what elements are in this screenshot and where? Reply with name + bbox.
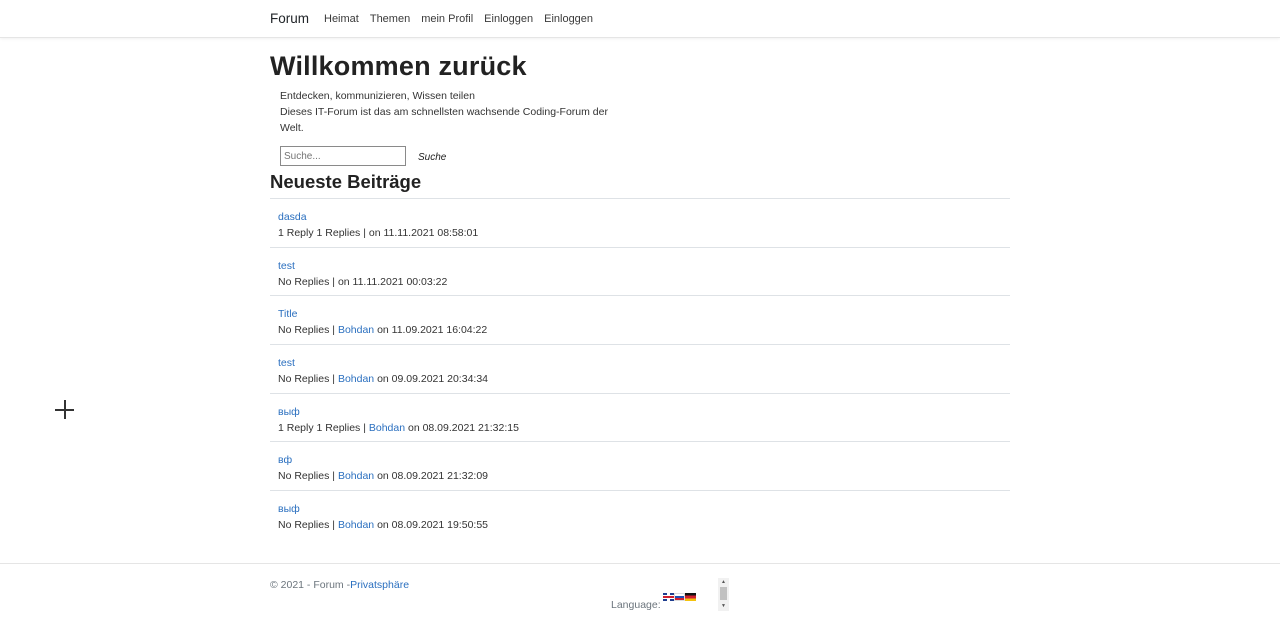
nav-links: Heimat Themen mein Profil Einloggen Einl… [324, 13, 593, 25]
flag-ru-icon[interactable] [674, 593, 685, 601]
intro-line-1: Entdecken, kommunizieren, Wissen teilen [280, 90, 475, 102]
search-button[interactable]: Suche [418, 152, 446, 163]
search-form: Suche [280, 146, 446, 166]
post-title-link[interactable]: выф [278, 501, 1010, 517]
post-date: on 11.11.2021 08:58:01 [368, 227, 479, 239]
post-meta: No Replies | Bohdan on 11.09.2021 16:04:… [278, 322, 1010, 338]
post-meta: No Replies | Bohdan on 08.09.2021 21:32:… [278, 468, 1010, 484]
post-replies: 1 Reply 1 Replies | [278, 227, 366, 239]
post-title-link[interactable]: dasda [278, 209, 1010, 225]
post-replies: 1 Reply 1 Replies | [278, 421, 366, 434]
post-author-link[interactable]: Bohdan [338, 519, 374, 531]
page-title: Willkommen zurück [270, 51, 527, 81]
language-flags [663, 593, 696, 601]
post-meta: 1 Reply 1 Replies | on 11.11.2021 08:58:… [278, 225, 1010, 241]
post-author-link[interactable]: Bohdan [369, 422, 405, 434]
list-item: Title No Replies | Bohdan on 11.09.2021 … [270, 295, 1010, 344]
post-date: on 11.11.2021 00:03:22 [337, 275, 448, 288]
post-date: on 08.09.2021 21:32:15 [407, 421, 519, 434]
post-author-link[interactable]: Bohdan [338, 470, 374, 482]
post-replies: No Replies | [278, 275, 336, 288]
list-item: test No Replies | on 11.11.2021 00:03:22 [270, 246, 1010, 296]
post-title-link[interactable]: Title [278, 306, 1010, 322]
page-footer: © 2021 - Forum -Privatsphäre Language: ▲… [0, 563, 1280, 624]
language-label: Language: [611, 599, 661, 611]
language-scrollbar[interactable]: ▲ ▼ [718, 578, 729, 611]
post-replies: No Replies | [278, 373, 336, 386]
post-title-link[interactable]: test [278, 355, 1010, 371]
post-author-link[interactable]: Bohdan [338, 324, 374, 336]
privacy-link[interactable]: Privatsphäre [350, 579, 409, 591]
flag-de-icon[interactable] [685, 593, 696, 601]
post-replies: No Replies | [278, 324, 336, 337]
scroll-thumb[interactable] [720, 587, 727, 600]
list-item: выф 1 Reply 1 Replies | Bohdan on 08.09.… [270, 392, 1010, 442]
post-meta: No Replies | Bohdan on 08.09.2021 19:50:… [278, 517, 1010, 533]
nav-link-profile[interactable]: mein Profil [421, 13, 473, 25]
post-title-link[interactable]: вф [278, 452, 1010, 468]
copyright: © 2021 - Forum -Privatsphäre [270, 579, 409, 591]
list-item: выф No Replies | Bohdan on 08.09.2021 19… [270, 490, 1010, 539]
intro-line-2: Dieses IT-Forum ist das am schnellsten w… [280, 106, 608, 134]
list-item: test No Replies | Bohdan on 09.09.2021 2… [270, 344, 1010, 393]
crosshair-cursor-icon [55, 400, 74, 419]
nav-link-topics[interactable]: Themen [370, 13, 410, 25]
scroll-up-icon[interactable]: ▲ [721, 580, 726, 585]
post-date: on 11.09.2021 16:04:22 [377, 324, 488, 337]
list-item: dasda 1 Reply 1 Replies | on 11.11.2021 … [270, 198, 1010, 247]
latest-posts-heading: Neueste Beiträge [270, 171, 422, 192]
post-title-link[interactable]: test [278, 258, 1010, 274]
main-container: Willkommen zurück Entdecken, kommunizier… [270, 50, 1010, 531]
post-replies: No Replies | [278, 470, 336, 483]
copyright-text: © 2021 - Forum - [270, 579, 351, 591]
intro-text: Entdecken, kommunizieren, Wissen teilen … [280, 88, 620, 136]
post-meta: No Replies | Bohdan on 09.09.2021 20:34:… [278, 371, 1010, 387]
nav-link-login-2[interactable]: Einloggen [544, 13, 593, 25]
search-input[interactable] [280, 146, 406, 166]
scroll-down-icon[interactable]: ▼ [721, 604, 726, 609]
list-item: вф No Replies | Bohdan on 08.09.2021 21:… [270, 441, 1010, 490]
post-meta: 1 Reply 1 Replies | Bohdan on 08.09.2021… [278, 420, 1010, 436]
top-navbar: Forum Heimat Themen mein Profil Einlogge… [0, 0, 1280, 38]
post-date: on 08.09.2021 21:32:09 [377, 470, 488, 483]
brand-link[interactable]: Forum [270, 11, 309, 26]
post-replies: No Replies | [278, 519, 336, 532]
post-title-link[interactable]: выф [278, 404, 1010, 420]
nav-link-home[interactable]: Heimat [324, 13, 359, 25]
post-meta: No Replies | on 11.11.2021 00:03:22 [278, 274, 1010, 290]
post-author-link[interactable]: Bohdan [338, 373, 374, 385]
post-date: on 09.09.2021 20:34:34 [377, 373, 488, 386]
flag-uk-icon[interactable] [663, 593, 674, 601]
posts-list: dasda 1 Reply 1 Replies | on 11.11.2021 … [270, 198, 1010, 539]
nav-link-login[interactable]: Einloggen [484, 13, 533, 25]
post-date: on 08.09.2021 19:50:55 [377, 519, 488, 532]
